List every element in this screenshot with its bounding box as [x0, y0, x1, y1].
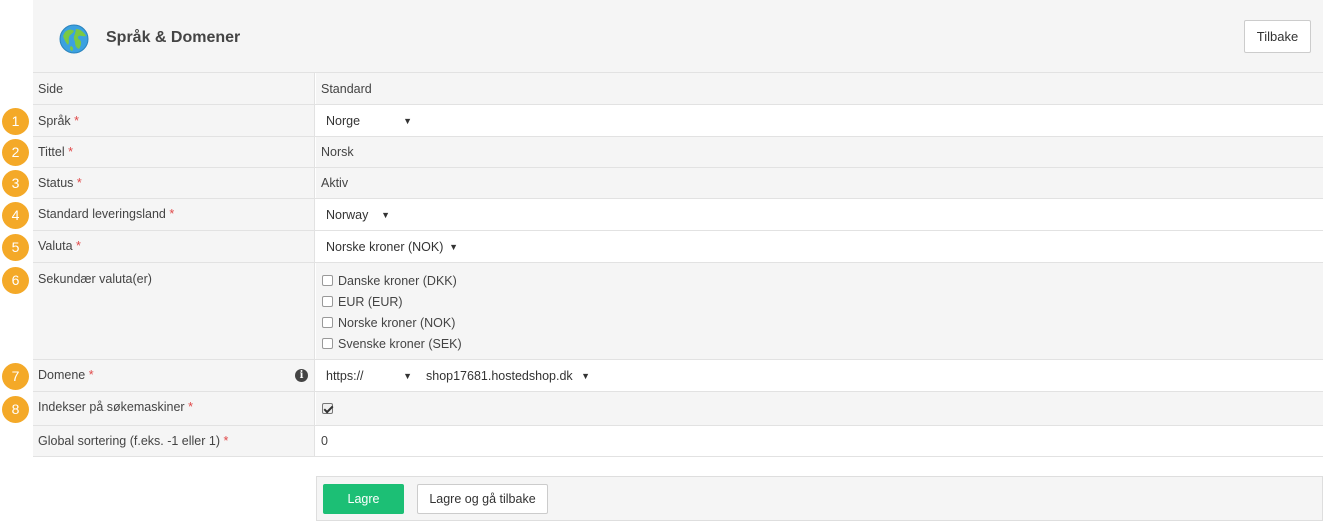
step-badge-5: 5	[2, 234, 29, 261]
indexing-label: Indekser på søkemaskiner	[38, 400, 185, 414]
domain-label: Domene	[38, 368, 86, 382]
globe-icon	[59, 24, 89, 54]
indexing-checkbox[interactable]	[322, 403, 333, 414]
back-button[interactable]: Tilbake	[1244, 20, 1311, 53]
status-row: Status * Aktiv	[33, 168, 1323, 199]
required-marker: *	[76, 239, 81, 253]
status-label: Status	[38, 176, 74, 190]
required-marker: *	[188, 400, 193, 414]
title-label: Tittel	[38, 145, 65, 159]
currency-select[interactable]: Norske kroner (NOK) ▼	[326, 240, 458, 254]
domain-row: Domene * i https://▼ shop17681.hostedsho…	[33, 360, 1323, 392]
domain-select[interactable]: shop17681.hostedshop.dk ▼	[426, 369, 590, 383]
column-header-row: Side Standard	[33, 73, 1323, 105]
currency-row: Valuta * Norske kroner (NOK) ▼	[33, 231, 1323, 263]
required-marker: *	[169, 207, 175, 221]
step-badge-1: 1	[2, 108, 29, 135]
step-badge-3: 3	[2, 170, 29, 197]
dropdown-caret-icon: ▼	[449, 242, 458, 252]
delivery-country-label: Standard leveringsland	[38, 207, 166, 221]
required-marker: *	[74, 114, 80, 128]
standard-column-label: Standard	[321, 82, 372, 96]
currency-label: Valuta	[38, 239, 73, 253]
currency-option-nok[interactable]: Norske kroner (NOK)	[322, 316, 455, 330]
page-header: Språk & Domener Tilbake	[33, 0, 1323, 73]
checkbox[interactable]	[322, 338, 333, 350]
title-row: Tittel * Norsk	[33, 137, 1323, 168]
currency-option-dkk[interactable]: Danske kroner (DKK)	[322, 274, 457, 288]
language-select[interactable]: Norge ▼	[326, 114, 412, 128]
indexing-row: Indekser på søkemaskiner *	[33, 392, 1323, 426]
checkbox[interactable]	[322, 275, 333, 287]
required-marker: *	[68, 145, 73, 159]
page-title: Språk & Domener	[106, 29, 241, 46]
secondary-currencies-row: Sekundær valuta(er) Danske kroner (DKK) …	[33, 263, 1323, 360]
save-button[interactable]: Lagre	[323, 484, 404, 514]
side-column-label: Side	[38, 82, 64, 96]
required-marker: *	[76, 176, 82, 190]
required-marker: *	[223, 434, 229, 448]
step-badge-4: 4	[2, 202, 29, 229]
dropdown-caret-icon: ▼	[381, 210, 390, 220]
language-row: Språk * Norge ▼	[33, 105, 1323, 137]
status-value: Aktiv	[321, 176, 349, 190]
required-marker: *	[88, 368, 94, 382]
protocol-select[interactable]: https://▼	[326, 369, 412, 383]
step-badge-6: 6	[2, 267, 29, 294]
delivery-country-select[interactable]: Norway ▼	[326, 208, 390, 222]
delivery-country-row: Standard leveringsland * Norway ▼	[33, 199, 1323, 231]
title-value: Norsk	[321, 145, 354, 159]
dropdown-caret-icon: ▼	[403, 116, 412, 126]
checkbox[interactable]	[322, 317, 333, 329]
global-sort-row: Global sortering (f.eks. -1 eller 1) * 0	[33, 426, 1323, 457]
checkbox[interactable]	[322, 296, 333, 308]
dropdown-caret-icon: ▼	[581, 371, 590, 381]
step-badge-7: 7	[2, 363, 29, 390]
global-sort-input[interactable]: 0	[321, 434, 328, 448]
step-badge-8: 8	[2, 396, 29, 423]
save-and-back-button[interactable]: Lagre og gå tilbake	[417, 484, 548, 514]
secondary-currencies-label: Sekundær valuta(er)	[38, 272, 152, 286]
currency-option-sek[interactable]: Svenske kroner (SEK)	[322, 337, 462, 351]
info-icon[interactable]: i	[295, 369, 308, 382]
form-footer: Lagre Lagre og gå tilbake	[316, 476, 1323, 521]
global-sort-label: Global sortering (f.eks. -1 eller 1)	[38, 434, 221, 448]
step-badge-2: 2	[2, 139, 29, 166]
currency-option-eur[interactable]: EUR (EUR)	[322, 295, 403, 309]
language-label: Språk	[38, 114, 71, 128]
dropdown-caret-icon: ▼	[403, 371, 412, 381]
